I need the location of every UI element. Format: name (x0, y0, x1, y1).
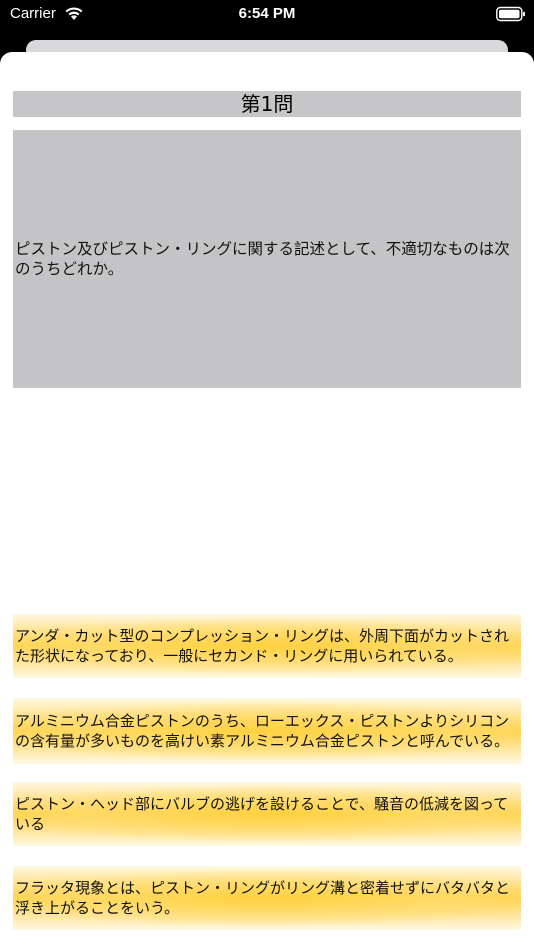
question-text: ピストン及びピストン・リングに関する記述として、不適切なものは次のうちどれか。 (15, 240, 510, 278)
answer-option-text: ピストン・ヘッド部にバルブの逃げを設けることで、騒音の低減を図っている (15, 795, 509, 833)
clock: 6:54 PM (238, 5, 296, 22)
battery-icon (496, 6, 525, 22)
answer-option-text: アンダ・カット型のコンプレッション・リングは、外周下面がカットされた形状になって… (15, 627, 509, 665)
answer-option-text: アルミニウム合金ピストンのうち、ローエックス・ピストンよりシリコンの含有量が多い… (15, 712, 510, 750)
answer-option-2[interactable]: アルミニウム合金ピストンのうち、ローエックス・ピストンよりシリコンの含有量が多い… (13, 698, 521, 764)
question-number: 第1問 (13, 91, 521, 117)
answer-option-3[interactable]: ピストン・ヘッド部にバルブの逃げを設けることで、騒音の低減を図っている (13, 782, 521, 846)
answer-option-4[interactable]: フラッタ現象とは、ピストン・リングがリング溝と密着せずにバタバタと浮き上がること… (13, 866, 521, 930)
question-box: ピストン及びピストン・リングに関する記述として、不適切なものは次のうちどれか。 (13, 130, 521, 388)
answer-option-1[interactable]: アンダ・カット型のコンプレッション・リングは、外周下面がカットされた形状になって… (13, 614, 521, 678)
status-bar: Carrier 6:54 PM (0, 0, 534, 30)
answer-option-text: フラッタ現象とは、ピストン・リングがリング溝と密着せずにバタバタと浮き上がること… (15, 879, 511, 917)
